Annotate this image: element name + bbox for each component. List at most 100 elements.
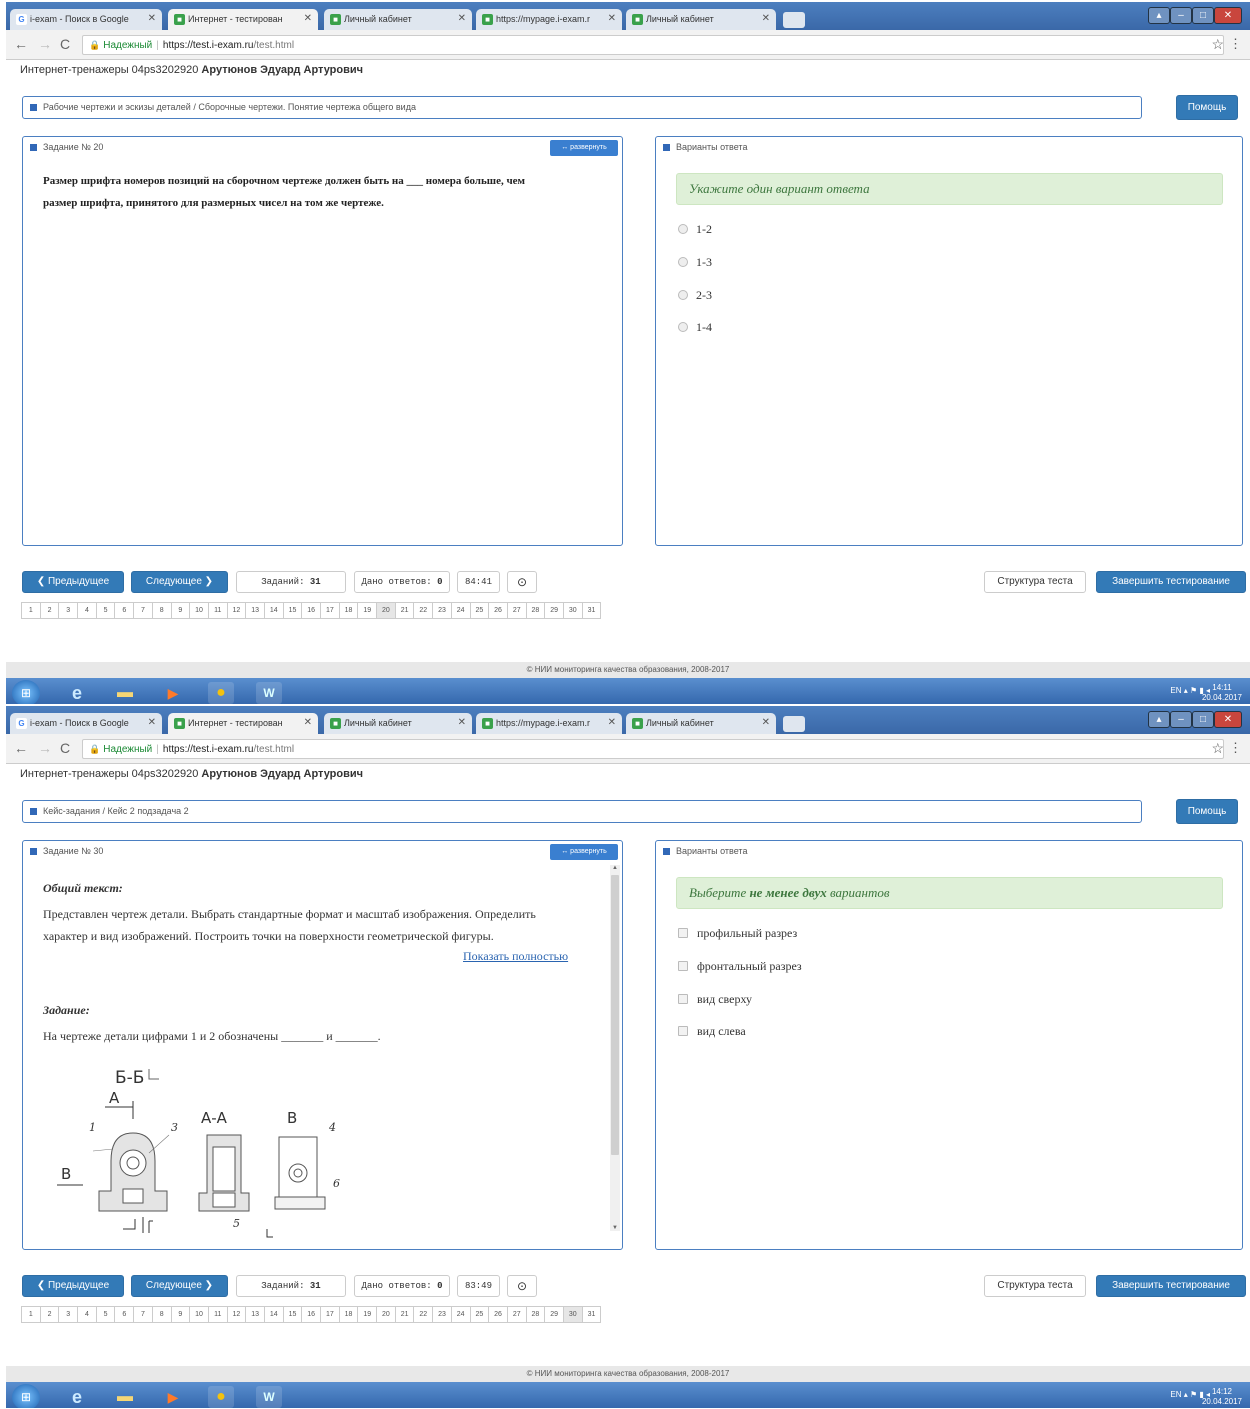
close-icon[interactable]: ✕ — [608, 717, 616, 728]
window-extra-button[interactable]: ▴ — [1148, 711, 1170, 728]
start-icon[interactable]: ⊞ — [12, 680, 40, 704]
finish-button[interactable]: Завершить тестирование — [1096, 1275, 1246, 1297]
page-number-button[interactable]: 18 — [338, 602, 359, 619]
page-number-button[interactable]: 27 — [506, 602, 527, 619]
page-number-button[interactable]: 29 — [544, 602, 564, 619]
page-number-button[interactable]: 6 — [114, 602, 135, 619]
help-button[interactable]: Помощь — [1176, 95, 1238, 120]
scroll-thumb[interactable] — [611, 875, 619, 1155]
tab-google-search[interactable]: G i-exam - Поиск в Google ✕ — [10, 9, 162, 30]
checkbox[interactable] — [678, 994, 688, 1004]
page-number-button[interactable]: 13 — [245, 602, 265, 619]
radio-button[interactable] — [678, 257, 688, 267]
page-number-button[interactable]: 11 — [207, 602, 228, 619]
page-number-button[interactable]: 22 — [413, 1306, 434, 1323]
chrome-icon[interactable]: ● — [208, 682, 234, 704]
prev-button[interactable]: ❮ Предыдущее — [22, 571, 124, 593]
close-icon[interactable]: ✕ — [762, 717, 770, 728]
ie-icon[interactable]: e — [64, 682, 90, 704]
radio-button[interactable] — [678, 322, 688, 332]
page-number-button[interactable]: 24 — [450, 602, 471, 619]
checkbox[interactable] — [678, 1026, 688, 1036]
show-full-link[interactable]: Показать полностью — [463, 949, 568, 964]
back-arrow-icon[interactable]: ← — [14, 740, 28, 756]
page-number-button[interactable]: 4 — [77, 1306, 97, 1323]
back-arrow-icon[interactable]: ← — [14, 36, 28, 52]
expand-button[interactable]: ↔ развернуть — [550, 844, 618, 860]
page-number-button[interactable]: 3 — [58, 602, 79, 619]
page-number-button[interactable]: 22 — [413, 602, 434, 619]
page-number-button[interactable]: 12 — [226, 1306, 247, 1323]
page-number-button[interactable]: 10 — [189, 1306, 209, 1323]
radio-button[interactable] — [678, 224, 688, 234]
tab-mypage[interactable]: ■ https://mypage.i-exam.r ✕ — [476, 9, 622, 30]
page-number-button[interactable]: 8 — [151, 1306, 172, 1323]
page-number-button[interactable]: 21 — [394, 602, 415, 619]
tab-testing[interactable]: ■ Интернет - тестирован ✕ — [168, 713, 318, 734]
answer-option[interactable]: 1-3 — [678, 255, 712, 270]
close-icon[interactable]: ✕ — [458, 717, 466, 728]
page-number-button[interactable]: 4 — [77, 602, 97, 619]
finish-button[interactable]: Завершить тестирование — [1096, 571, 1246, 593]
page-number-button[interactable]: 24 — [450, 1306, 471, 1323]
page-number-button[interactable]: 17 — [320, 1306, 340, 1323]
page-number-button[interactable]: 31 — [581, 602, 602, 619]
tab-cabinet[interactable]: ■ Личный кабинет ✕ — [324, 713, 472, 734]
page-number-button[interactable]: 31 — [581, 1306, 602, 1323]
page-number-button[interactable]: 20 — [376, 1306, 396, 1323]
new-tab-button[interactable] — [783, 12, 805, 28]
page-number-button[interactable]: 15 — [282, 602, 303, 619]
start-icon[interactable]: ⊞ — [12, 1384, 40, 1408]
word-icon[interactable]: W — [256, 1386, 282, 1408]
page-number-button[interactable]: 29 — [544, 1306, 564, 1323]
close-icon[interactable]: ✕ — [762, 13, 770, 24]
page-number-button[interactable]: 26 — [488, 1306, 508, 1323]
folder-icon[interactable]: ▬ — [112, 682, 138, 704]
menu-dots-icon[interactable]: ⋮ — [1229, 36, 1242, 52]
bookmark-star-icon[interactable]: ☆ — [1211, 36, 1224, 53]
minimize-button[interactable]: – — [1170, 711, 1192, 728]
close-window-button[interactable]: ✕ — [1214, 711, 1242, 728]
page-number-button[interactable]: 16 — [301, 1306, 321, 1323]
url-field[interactable]: 🔒 Надежный | https://test.i-exam.ru/test.ht… — [82, 739, 1224, 759]
tab-google-search[interactable]: G i-exam - Поиск в Google ✕ — [10, 713, 162, 734]
page-number-button[interactable]: 30 — [562, 602, 583, 619]
page-number-button[interactable]: 12 — [226, 602, 247, 619]
page-number-button[interactable]: 7 — [133, 1306, 153, 1323]
media-player-icon[interactable]: ▶ — [160, 1386, 186, 1408]
tab-testing[interactable]: ■ Интернет - тестирован ✕ — [168, 9, 318, 30]
reload-icon[interactable]: C — [60, 740, 70, 756]
page-number-button[interactable]: 13 — [245, 1306, 265, 1323]
page-number-button[interactable]: 6 — [114, 1306, 135, 1323]
page-number-button[interactable]: 8 — [151, 602, 172, 619]
answer-option[interactable]: 1-4 — [678, 320, 712, 335]
bookmark-star-icon[interactable]: ☆ — [1211, 740, 1224, 757]
page-number-button[interactable]: 23 — [432, 1306, 452, 1323]
page-number-button[interactable]: 23 — [432, 602, 452, 619]
maximize-button[interactable]: □ — [1192, 711, 1214, 728]
checkbox[interactable] — [678, 961, 688, 971]
reload-icon[interactable]: C — [60, 36, 70, 52]
page-number-button[interactable]: 17 — [320, 602, 340, 619]
page-number-button[interactable]: 9 — [170, 602, 191, 619]
clock-icon[interactable]: ⊙ — [507, 571, 537, 593]
answer-option[interactable]: вид слева — [678, 1024, 746, 1039]
page-number-button[interactable]: 1 — [21, 602, 41, 619]
page-number-button[interactable]: 1 — [21, 1306, 41, 1323]
tab-mypage[interactable]: ■ https://mypage.i-exam.r ✕ — [476, 713, 622, 734]
close-window-button[interactable]: ✕ — [1214, 7, 1242, 24]
page-number-button[interactable]: 5 — [95, 1306, 116, 1323]
checkbox[interactable] — [678, 928, 688, 938]
page-number-button[interactable]: 15 — [282, 1306, 303, 1323]
close-icon[interactable]: ✕ — [148, 717, 156, 728]
answer-option[interactable]: фронтальный разрез — [678, 959, 802, 974]
help-button[interactable]: Помощь — [1176, 799, 1238, 824]
maximize-button[interactable]: □ — [1192, 7, 1214, 24]
close-icon[interactable]: ✕ — [304, 717, 312, 728]
close-icon[interactable]: ✕ — [458, 13, 466, 24]
tab-cabinet-2[interactable]: ■ Личный кабинет ✕ — [626, 713, 776, 734]
tab-cabinet-2[interactable]: ■ Личный кабинет ✕ — [626, 9, 776, 30]
page-number-button[interactable]: 19 — [357, 602, 378, 619]
page-number-button[interactable]: 19 — [357, 1306, 378, 1323]
scroll-up-icon[interactable]: ▲ — [610, 865, 620, 871]
